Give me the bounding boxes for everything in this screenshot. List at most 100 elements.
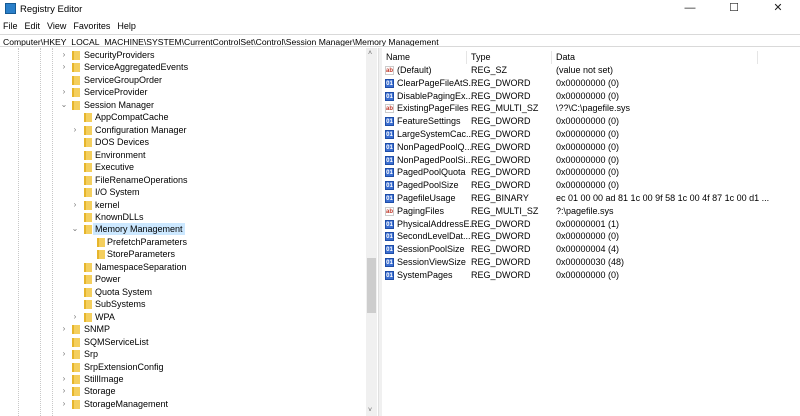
chevron-down-icon[interactable]: ⌄ (60, 99, 68, 111)
value-row[interactable]: 01 SystemPages REG_DWORD 0x00000000 (0) (382, 269, 800, 282)
value-row[interactable]: 01 PhysicalAddressE... REG_DWORD 0x00000… (382, 218, 800, 231)
value-row[interactable]: ab ExistingPageFiles REG_MULTI_SZ \??\C:… (382, 102, 800, 115)
minimize-button[interactable]: — (668, 0, 712, 18)
scroll-up-icon[interactable]: ˄ (368, 50, 372, 57)
value-row[interactable]: ab PagingFiles REG_MULTI_SZ ?:\pagefile.… (382, 205, 800, 218)
chevron-right-icon[interactable]: › (71, 124, 79, 136)
value-row[interactable]: 01 PagefileUsage REG_BINARY ec 01 00 00 … (382, 192, 800, 205)
value-data: 0x00000004 (4) (556, 244, 620, 255)
tree-node[interactable]: › kernel (0, 199, 366, 211)
column-header-name[interactable]: Name (382, 51, 467, 64)
chevron-down-icon[interactable]: ⌄ (71, 223, 79, 235)
tree-node[interactable]: › StorageManagement (0, 398, 366, 410)
value-row[interactable]: 01 ClearPageFileAtS... REG_DWORD 0x00000… (382, 77, 800, 90)
tree-node-label: KnownDLLs (95, 211, 144, 222)
tree-node[interactable]: ⌄ Session Manager (0, 99, 366, 111)
scroll-down-icon[interactable]: ˅ (368, 407, 372, 414)
binary-value-icon: 01 (385, 117, 394, 127)
value-row[interactable]: 01 SecondLevelDat... REG_DWORD 0x0000000… (382, 230, 800, 243)
tree-scrollbar[interactable]: ˄ ˅ (366, 48, 377, 416)
tree-node[interactable]: SrpExtensionConfig (0, 361, 366, 373)
tree-node[interactable]: PrefetchParameters (0, 236, 366, 248)
tree-node[interactable]: › StillImage (0, 373, 366, 385)
value-row[interactable]: 01 SessionPoolSize REG_DWORD 0x00000004 … (382, 243, 800, 256)
tree-node[interactable]: AppCompatCache (0, 111, 366, 123)
chevron-right-icon[interactable]: › (60, 373, 68, 385)
value-data: 0x00000000 (0) (556, 154, 620, 165)
value-name: PhysicalAddressE... (397, 218, 478, 229)
tree-node[interactable]: ServiceGroupOrder (0, 74, 366, 86)
value-type: REG_DWORD (471, 269, 531, 280)
tree-node[interactable]: NamespaceSeparation (0, 261, 366, 273)
tree-node[interactable]: ⌄ Memory Management (0, 223, 366, 236)
tree-node[interactable]: SQMServiceList (0, 336, 366, 348)
tree-node[interactable]: DOS Devices (0, 136, 366, 148)
value-type: REG_DWORD (471, 90, 531, 101)
binary-value-icon: 01 (385, 270, 394, 280)
chevron-right-icon[interactable]: › (60, 385, 68, 397)
tree-node-label: NamespaceSeparation (95, 261, 187, 272)
tree-node[interactable]: › Storage (0, 385, 366, 397)
tree-node-label: Session Manager (84, 99, 155, 110)
value-row[interactable]: 01 SessionViewSize REG_DWORD 0x00000030 … (382, 256, 800, 269)
tree-node[interactable]: Power (0, 273, 366, 285)
tree-node[interactable]: › Srp (0, 348, 366, 360)
folder-icon (97, 250, 105, 260)
value-name: PagedPoolQuota (397, 167, 466, 178)
tree-node[interactable]: FileRenameOperations (0, 174, 366, 186)
value-row[interactable]: 01 LargeSystemCac... REG_DWORD 0x0000000… (382, 128, 800, 141)
tree-node[interactable]: › SecurityProviders (0, 49, 366, 61)
close-button[interactable]: ✕ (756, 0, 800, 18)
value-row[interactable]: 01 FeatureSettings REG_DWORD 0x00000000 … (382, 115, 800, 128)
folder-icon (84, 212, 92, 222)
chevron-right-icon[interactable]: › (60, 49, 68, 61)
value-data: ?:\pagefile.sys (556, 205, 614, 216)
tree-node-label: StorageManagement (84, 398, 169, 409)
menu-help[interactable]: Help (114, 18, 140, 31)
value-type: REG_DWORD (471, 77, 531, 88)
value-data: 0x00000000 (0) (556, 90, 620, 101)
tree-node[interactable]: I/O System (0, 186, 366, 198)
tree-node[interactable]: › Configuration Manager (0, 124, 366, 136)
chevron-right-icon[interactable]: › (60, 323, 68, 335)
chevron-right-icon[interactable]: › (71, 311, 79, 323)
scroll-thumb[interactable] (367, 258, 376, 313)
value-row[interactable]: 01 NonPagedPoolSi... REG_DWORD 0x0000000… (382, 154, 800, 167)
tree-node[interactable]: › SNMP (0, 323, 366, 335)
chevron-right-icon[interactable]: › (60, 348, 68, 360)
folder-icon (72, 350, 80, 360)
tree-node[interactable]: › ServiceAggregatedEvents (0, 61, 366, 73)
tree-node[interactable]: › WPA (0, 311, 366, 323)
menu-file[interactable]: File (0, 18, 22, 31)
chevron-right-icon[interactable]: › (60, 86, 68, 98)
tree-node[interactable]: SubSystems (0, 298, 366, 310)
value-row[interactable]: 01 DisablePagingEx... REG_DWORD 0x000000… (382, 90, 800, 103)
tree-node[interactable]: › ServiceProvider (0, 86, 366, 98)
tree-node-label: Memory Management (93, 223, 185, 236)
chevron-right-icon[interactable]: › (60, 398, 68, 410)
tree-node-label: Executive (95, 162, 135, 173)
value-row[interactable]: ab (Default) REG_SZ (value not set) (382, 64, 800, 77)
menu-favorites[interactable]: Favorites (70, 18, 114, 31)
tree-node[interactable]: Executive (0, 161, 366, 173)
column-header-data[interactable]: Data (552, 51, 758, 64)
menu-view[interactable]: View (44, 18, 70, 31)
value-row[interactable]: 01 PagedPoolQuota REG_DWORD 0x00000000 (… (382, 166, 800, 179)
tree-node[interactable]: KnownDLLs (0, 211, 366, 223)
value-type: REG_DWORD (471, 244, 531, 255)
address-bar[interactable]: Computer\HKEY_LOCAL_MACHINE\SYSTEM\Curre… (0, 34, 800, 47)
value-name: DisablePagingEx... (397, 90, 474, 101)
value-row[interactable]: 01 PagedPoolSize REG_DWORD 0x00000000 (0… (382, 179, 800, 192)
maximize-button[interactable]: ☐ (712, 0, 756, 18)
value-name: NonPagedPoolQ... (397, 141, 473, 152)
column-header-type[interactable]: Type (467, 51, 552, 64)
binary-value-icon: 01 (385, 245, 394, 255)
menu-edit[interactable]: Edit (22, 18, 45, 31)
value-row[interactable]: 01 NonPagedPoolQ... REG_DWORD 0x00000000… (382, 141, 800, 154)
chevron-right-icon[interactable]: › (71, 199, 79, 211)
tree-node[interactable]: StoreParameters (0, 248, 366, 260)
tree-node[interactable]: Quota System (0, 286, 366, 298)
tree-node[interactable]: Environment (0, 149, 366, 161)
title-bar: Registry Editor — ☐ ✕ (0, 0, 800, 18)
chevron-right-icon[interactable]: › (60, 61, 68, 73)
